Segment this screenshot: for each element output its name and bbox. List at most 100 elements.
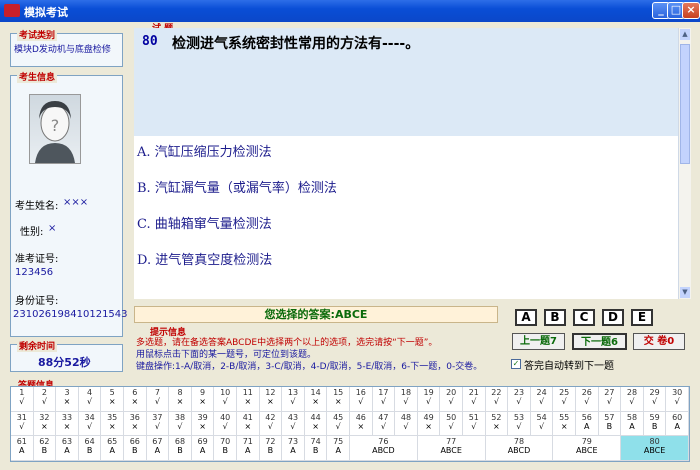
question-cell-40[interactable]: 40 √ [214, 411, 237, 436]
question-cell-41[interactable]: 41 × [237, 411, 260, 436]
question-cell-38[interactable]: 38 √ [169, 411, 192, 436]
question-cell-24[interactable]: 24 √ [530, 387, 554, 412]
option-d[interactable]: D. 进气管真空度检测法 [137, 249, 272, 268]
scroll-up-icon[interactable]: ▲ [680, 29, 690, 40]
question-scrollbar[interactable]: ▲ ▼ [678, 28, 691, 299]
next-question-button[interactable]: 下一题6 [572, 333, 627, 350]
question-cell-80[interactable]: 80 ABCE [621, 436, 689, 461]
question-cell-43[interactable]: 43 √ [282, 411, 305, 436]
question-cell-62[interactable]: 62 B [33, 436, 57, 461]
question-cell-65[interactable]: 65 A [101, 436, 124, 461]
question-cell-29[interactable]: 29 √ [643, 387, 667, 412]
question-cell-12[interactable]: 12 × [259, 387, 283, 412]
question-cell-37[interactable]: 37 √ [146, 411, 170, 436]
question-cell-16[interactable]: 16 √ [350, 387, 373, 412]
question-cell-30[interactable]: 30 √ [666, 387, 689, 412]
question-cell-69[interactable]: 69 A [191, 436, 215, 461]
question-cell-51[interactable]: 51 √ [463, 411, 486, 436]
question-cell-2[interactable]: 2 √ [33, 387, 57, 412]
question-cell-15[interactable]: 15 × [327, 387, 350, 412]
question-cell-17[interactable]: 17 √ [372, 387, 396, 412]
scroll-down-icon[interactable]: ▼ [680, 287, 690, 298]
question-cell-67[interactable]: 67 A [146, 436, 170, 461]
question-cell-number: 76 [378, 437, 389, 446]
question-cell-50[interactable]: 50 √ [440, 411, 463, 436]
question-cell-25[interactable]: 25 √ [553, 387, 576, 412]
answer-button-e[interactable]: E [631, 309, 653, 326]
option-a[interactable]: A. 汽缸压缩压力检测法 [137, 141, 272, 160]
question-cell-8[interactable]: 8 × [169, 387, 192, 412]
question-cell-19[interactable]: 19 √ [417, 387, 441, 412]
question-cell-60[interactable]: 60 A [666, 411, 689, 436]
question-cell-54[interactable]: 54 √ [530, 411, 554, 436]
question-cell-answer: × [312, 397, 319, 406]
auto-next-checkbox[interactable]: ✓ [511, 359, 521, 369]
submit-exam-button[interactable]: 交 卷0 [633, 333, 685, 350]
question-cell-18[interactable]: 18 √ [395, 387, 418, 412]
question-cell-14[interactable]: 14 × [304, 387, 328, 412]
question-cell-4[interactable]: 4 √ [78, 387, 102, 412]
question-cell-48[interactable]: 48 √ [395, 411, 418, 436]
question-cell-66[interactable]: 66 B [124, 436, 147, 461]
question-cell-78[interactable]: 78 ABCD [485, 436, 554, 461]
question-cell-11[interactable]: 11 × [237, 387, 260, 412]
answer-button-d[interactable]: D [602, 309, 624, 326]
question-cell-31[interactable]: 31 √ [11, 411, 34, 436]
question-cell-13[interactable]: 13 √ [282, 387, 305, 412]
question-cell-75[interactable]: 75 A [327, 436, 350, 461]
question-cell-39[interactable]: 39 × [191, 411, 215, 436]
question-cell-44[interactable]: 44 × [304, 411, 328, 436]
scroll-thumb[interactable] [680, 44, 690, 164]
question-cell-56[interactable]: 56 A [576, 411, 599, 436]
question-cell-22[interactable]: 22 √ [485, 387, 509, 412]
option-c[interactable]: C. 曲轴箱窜气量检测法 [137, 213, 272, 232]
question-cell-36[interactable]: 36 × [124, 411, 147, 436]
question-cell-10[interactable]: 10 √ [214, 387, 237, 412]
answer-button-c[interactable]: C [573, 309, 595, 326]
question-cell-33[interactable]: 33 × [56, 411, 79, 436]
question-cell-76[interactable]: 76 ABCD [350, 436, 418, 461]
question-cell-42[interactable]: 42 √ [259, 411, 283, 436]
question-cell-21[interactable]: 21 √ [463, 387, 486, 412]
question-cell-32[interactable]: 32 × [33, 411, 57, 436]
question-cell-28[interactable]: 28 √ [621, 387, 644, 412]
question-cell-6[interactable]: 6 × [124, 387, 147, 412]
question-cell-68[interactable]: 68 B [169, 436, 192, 461]
question-cell-34[interactable]: 34 √ [78, 411, 102, 436]
question-cell-46[interactable]: 46 × [350, 411, 373, 436]
question-cell-77[interactable]: 77 ABCE [417, 436, 486, 461]
question-cell-64[interactable]: 64 B [78, 436, 102, 461]
question-cell-3[interactable]: 3 × [56, 387, 79, 412]
question-cell-27[interactable]: 27 √ [598, 387, 622, 412]
question-cell-35[interactable]: 35 × [101, 411, 124, 436]
answer-button-a[interactable]: A [515, 309, 537, 326]
prev-question-button[interactable]: 上一题7 [512, 333, 565, 350]
question-cell-26[interactable]: 26 √ [576, 387, 599, 412]
question-cell-20[interactable]: 20 √ [440, 387, 463, 412]
question-cell-1[interactable]: 1 √ [11, 387, 34, 412]
question-cell-47[interactable]: 47 √ [372, 411, 396, 436]
question-cell-23[interactable]: 23 √ [508, 387, 531, 412]
question-cell-49[interactable]: 49 × [417, 411, 441, 436]
question-cell-58[interactable]: 58 A [621, 411, 644, 436]
question-cell-73[interactable]: 73 A [282, 436, 305, 461]
answer-button-b[interactable]: B [544, 309, 566, 326]
question-cell-57[interactable]: 57 B [598, 411, 622, 436]
question-cell-7[interactable]: 7 √ [146, 387, 170, 412]
question-cell-72[interactable]: 72 B [259, 436, 283, 461]
question-cell-55[interactable]: 55 × [553, 411, 576, 436]
question-cell-52[interactable]: 52 × [485, 411, 509, 436]
question-cell-74[interactable]: 74 B [304, 436, 328, 461]
question-cell-59[interactable]: 59 B [643, 411, 667, 436]
question-cell-70[interactable]: 70 B [214, 436, 237, 461]
option-b[interactable]: B. 汽缸漏气量（或漏气率）检测法 [137, 177, 337, 196]
question-cell-5[interactable]: 5 × [101, 387, 124, 412]
question-cell-9[interactable]: 9 × [191, 387, 215, 412]
question-cell-61[interactable]: 61 A [11, 436, 34, 461]
question-cell-79[interactable]: 79 ABCE [553, 436, 622, 461]
question-cell-63[interactable]: 63 A [56, 436, 79, 461]
close-button[interactable]: × [682, 2, 700, 19]
question-cell-53[interactable]: 53 √ [508, 411, 531, 436]
question-cell-71[interactable]: 71 A [237, 436, 260, 461]
question-cell-45[interactable]: 45 √ [327, 411, 350, 436]
